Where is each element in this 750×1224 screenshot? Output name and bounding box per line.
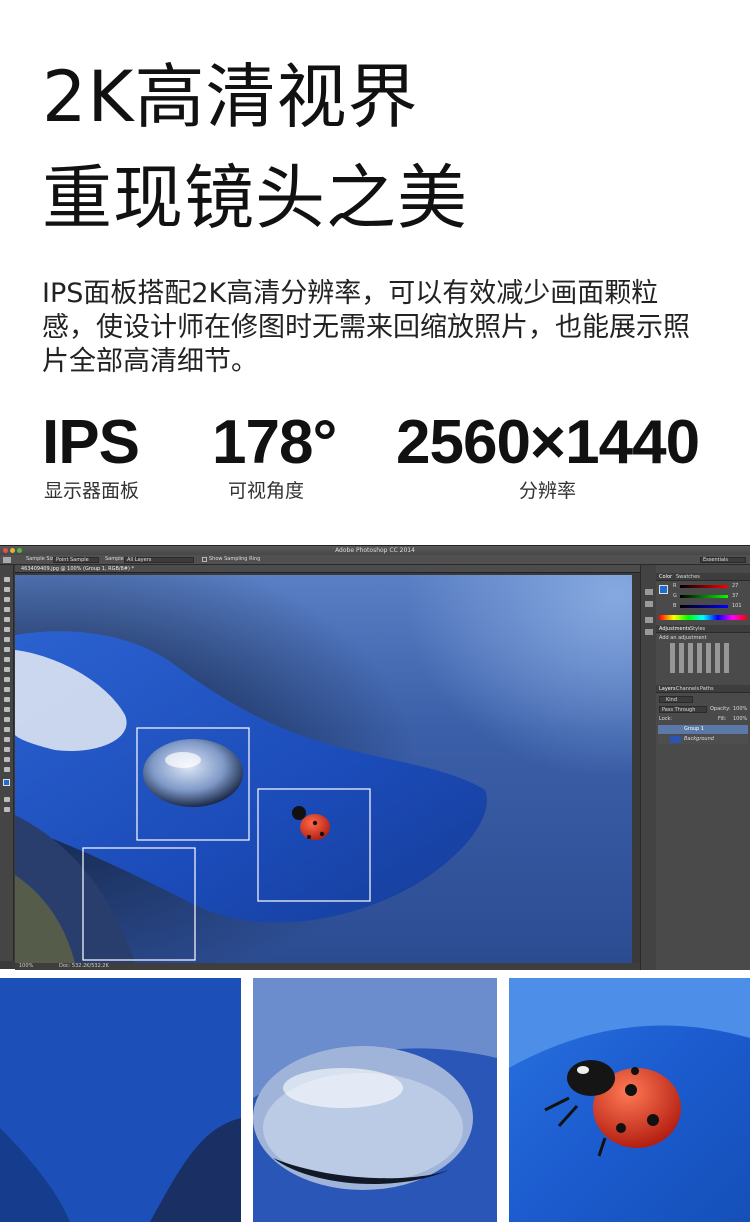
zoom-tool-icon[interactable]	[4, 767, 10, 772]
foreground-color-swatch[interactable]	[3, 779, 10, 786]
show-ring-label: Show Sampling Ring	[209, 556, 261, 562]
history-icon[interactable]	[645, 589, 653, 595]
blue-slider[interactable]	[680, 605, 728, 608]
color-spectrum[interactable]	[659, 615, 747, 620]
petal-closeup	[0, 978, 241, 1222]
layers-panel-tabs: Layers Channels Paths	[656, 685, 750, 693]
blur-tool-icon[interactable]	[4, 697, 10, 702]
gradient-tool-icon[interactable]	[4, 687, 10, 692]
description-text: IPS面板搭配2K高清分辨率，可以有效减少画面颗粒感，使设计师在修图时无需来回缩…	[42, 278, 690, 377]
ladybug	[300, 814, 330, 840]
sample-select[interactable]: All Layers	[124, 557, 194, 563]
layer-row-group[interactable]: Group 1	[658, 725, 748, 734]
color-swatch[interactable]	[659, 585, 668, 594]
healing-tool-icon[interactable]	[4, 637, 10, 642]
move-tool-icon[interactable]	[4, 577, 10, 582]
image-canvas[interactable]	[15, 575, 632, 963]
ladybug-closeup	[509, 978, 750, 1157]
crop-petal	[0, 978, 241, 1222]
layer-row-background[interactable]: Background	[658, 735, 748, 744]
brush-tool-icon[interactable]	[4, 647, 10, 652]
show-ring-checkbox[interactable]	[202, 557, 207, 562]
spec-panel-label: 显示器面板	[44, 480, 140, 502]
flower-photo	[15, 575, 632, 963]
screen-mode-icon[interactable]	[4, 807, 10, 812]
adjustment-icons[interactable]	[670, 643, 730, 673]
quick-select-tool-icon[interactable]	[4, 607, 10, 612]
lasso-tool-icon[interactable]	[4, 597, 10, 602]
pen-tool-icon[interactable]	[4, 717, 10, 722]
tab-styles[interactable]: Styles	[690, 625, 705, 633]
right-panels: Color Swatches R 27 G 37 B 101 Adjustmen…	[656, 565, 750, 970]
sample-size-select[interactable]: Point Sample	[53, 557, 99, 563]
marquee-tool-icon[interactable]	[4, 587, 10, 592]
quick-mask-icon[interactable]	[4, 797, 10, 802]
blend-mode-select[interactable]: Pass Through	[659, 706, 707, 713]
tab-adjustments[interactable]: Adjustments	[659, 625, 690, 633]
tab-channels[interactable]: Channels	[676, 685, 699, 693]
window-title: Adobe Photoshop CC 2014	[335, 547, 415, 554]
options-bar: Sample Size: Point Sample Sample: All La…	[0, 555, 750, 565]
document-tab[interactable]: 463409409.jpg @ 100% (Group 1, RGB/8#) *	[15, 565, 640, 573]
water-drop-closeup	[253, 978, 497, 1222]
paragraph-icon[interactable]	[645, 617, 653, 623]
path-select-tool-icon[interactable]	[4, 737, 10, 742]
opacity-value[interactable]: 100%	[733, 706, 747, 712]
workspace-select[interactable]: Essentials	[700, 557, 746, 563]
add-adjustment-label: Add an adjustment	[659, 635, 707, 641]
panel-dock	[640, 565, 656, 970]
crop-tool-icon[interactable]	[4, 617, 10, 622]
dodge-tool-icon[interactable]	[4, 707, 10, 712]
status-bar: 100% Doc: 532.2K/532.2K	[15, 963, 640, 970]
sample-label: Sample:	[105, 556, 126, 562]
character-icon[interactable]	[645, 629, 653, 635]
tab-paths[interactable]: Paths	[700, 685, 714, 693]
eyedropper-icon[interactable]	[3, 557, 11, 563]
photoshop-title-bar: Adobe Photoshop CC 2014	[0, 546, 750, 555]
red-slider[interactable]	[680, 585, 728, 588]
eyedropper-tool-icon[interactable]	[4, 627, 10, 632]
tab-color[interactable]: Color	[659, 573, 672, 581]
color-panel-tabs: Color Swatches	[656, 573, 750, 581]
eraser-tool-icon[interactable]	[4, 677, 10, 682]
tab-swatches[interactable]: Swatches	[676, 573, 700, 581]
crop-water-drop	[253, 978, 497, 1222]
spec-angle-value: 178°	[212, 408, 337, 477]
history-brush-tool-icon[interactable]	[4, 667, 10, 672]
spec-resolution-value: 2560×1440	[396, 408, 700, 477]
doc-size: Doc: 532.2K/532.2K	[59, 963, 109, 969]
crop-ladybug	[509, 978, 750, 1222]
tab-layers[interactable]: Layers	[659, 685, 676, 693]
spec-angle-label: 可视角度	[228, 480, 305, 502]
layer-filter-select[interactable]: Kind	[659, 696, 693, 703]
properties-icon[interactable]	[645, 601, 653, 607]
spec-panel-value: IPS	[42, 408, 140, 477]
headline-line-1: 2K高清视界	[42, 56, 419, 138]
zoom-level[interactable]: 100%	[19, 963, 33, 970]
adjustments-panel-tabs: Adjustments Styles	[656, 625, 750, 633]
green-slider[interactable]	[680, 595, 728, 598]
tools-panel	[0, 565, 14, 961]
fill-value[interactable]: 100%	[733, 716, 747, 722]
hand-tool-icon[interactable]	[4, 757, 10, 762]
shape-tool-icon[interactable]	[4, 747, 10, 752]
type-tool-icon[interactable]	[4, 727, 10, 732]
headline-line-2: 重现镜头之美	[42, 157, 468, 239]
spec-resolution-label: 分辨率	[519, 480, 577, 502]
photoshop-window: Adobe Photoshop CC 2014 Sample Size: Poi…	[0, 545, 750, 970]
layer-thumbnail	[670, 736, 681, 743]
stamp-tool-icon[interactable]	[4, 657, 10, 662]
